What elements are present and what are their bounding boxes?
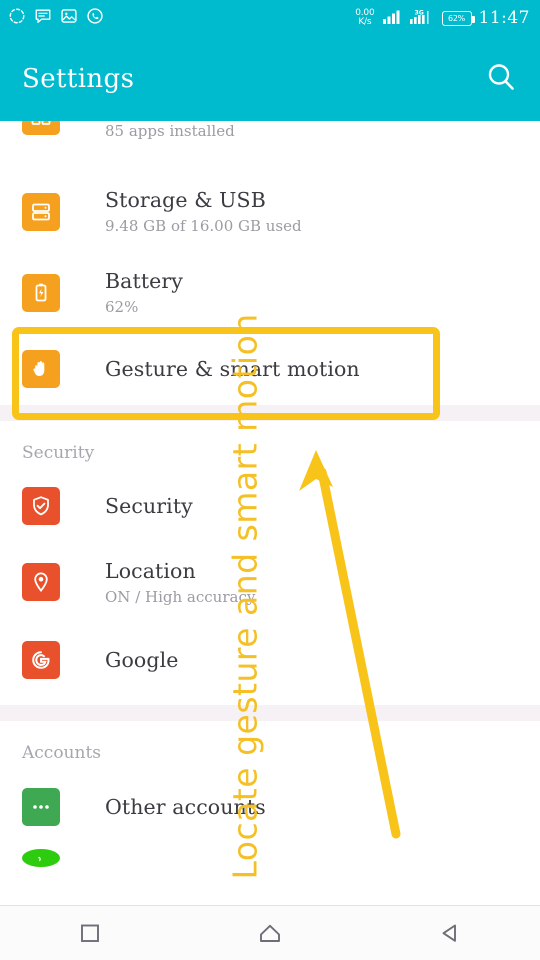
square-icon (81, 924, 99, 942)
apps-grid-icon (22, 121, 60, 135)
section-divider-band-2 (0, 705, 540, 721)
phone-screen: 0.00 K/s 3G 62% 11:47 Settings 85 apps i… (0, 0, 540, 960)
list-item-google-text: Google (105, 648, 178, 672)
list-item-battery-subtitle: 62% (105, 298, 139, 316)
list-item-storage-usb-title: Storage & USB (105, 188, 266, 212)
signal-bars-sim2-3g-icon: 3G (409, 8, 435, 29)
list-item-location[interactable]: Location ON / High accuracy (0, 541, 540, 623)
status-bar-clock: 11:47 (478, 8, 530, 28)
search-icon[interactable] (484, 60, 518, 98)
app-bar: Settings (0, 36, 540, 121)
navigation-bar (0, 905, 540, 960)
page-title: Settings (22, 63, 135, 94)
message-icon (34, 7, 52, 29)
battery-indicator: 62% (441, 10, 475, 26)
annotation-vertical-text: Locate gesture and smart motion (225, 313, 265, 880)
list-item-storage-usb-subtitle: 9.48 GB of 16.00 GB used (105, 217, 302, 235)
signal-bars-sim1-icon (382, 8, 402, 29)
section-divider-band-1 (0, 405, 540, 421)
section-header-accounts: Accounts (22, 743, 102, 763)
section-header-security: Security (22, 443, 95, 463)
network-speed-unit: K/s (358, 17, 372, 27)
whatsapp-account-icon (22, 849, 60, 867)
list-item-apps-subtitle: 85 apps installed (105, 122, 235, 140)
sync-circle-icon (8, 7, 26, 29)
battery-icon (22, 273, 60, 312)
storage-icon (22, 192, 60, 231)
list-item-storage-usb-text: Storage & USB 9.48 GB of 16.00 GB used (105, 188, 302, 235)
list-item-security-title: Security (105, 494, 193, 518)
status-bar-right-icons: 0.00 K/s 3G 62% 11:47 (355, 8, 530, 29)
google-g-icon (22, 641, 60, 679)
list-item-whatsapp-account[interactable] (0, 843, 540, 873)
list-item-security-text: Security (105, 494, 193, 518)
list-item-apps[interactable]: 85 apps installed (0, 121, 540, 171)
list-item-battery[interactable]: Battery 62% (0, 252, 540, 333)
back-triangle-icon (442, 924, 456, 942)
list-item-battery-title: Battery (105, 269, 183, 293)
back-button[interactable] (360, 906, 540, 960)
whatsapp-icon (86, 7, 104, 29)
status-bar-left-icons (8, 7, 104, 29)
hand-gesture-icon (22, 350, 60, 388)
shield-check-icon (22, 487, 60, 525)
list-item-storage-usb[interactable]: Storage & USB 9.48 GB of 16.00 GB used (0, 171, 540, 252)
network-speed: 0.00 K/s (355, 8, 374, 28)
recents-button[interactable] (0, 906, 180, 960)
home-icon (260, 924, 280, 942)
list-item-google-title: Google (105, 648, 179, 672)
settings-list[interactable]: 85 apps installed Storage & USB 9.48 GB … (0, 121, 540, 905)
list-item-security[interactable]: Security (0, 471, 540, 541)
list-item-google[interactable]: Google (0, 623, 540, 697)
location-pin-icon (22, 563, 60, 601)
list-item-gesture-smart-motion[interactable]: Gesture & smart motion (0, 333, 540, 405)
status-bar: 0.00 K/s 3G 62% 11:47 (0, 0, 540, 36)
list-item-other-accounts[interactable]: Other accounts (0, 771, 540, 843)
list-item-apps-text: 85 apps installed (105, 121, 235, 140)
home-button[interactable] (180, 906, 360, 960)
gallery-image-icon (60, 7, 78, 29)
ellipsis-icon (22, 788, 60, 826)
list-item-battery-text: Battery 62% (105, 269, 183, 316)
battery-percent-label: 62% (448, 13, 465, 23)
